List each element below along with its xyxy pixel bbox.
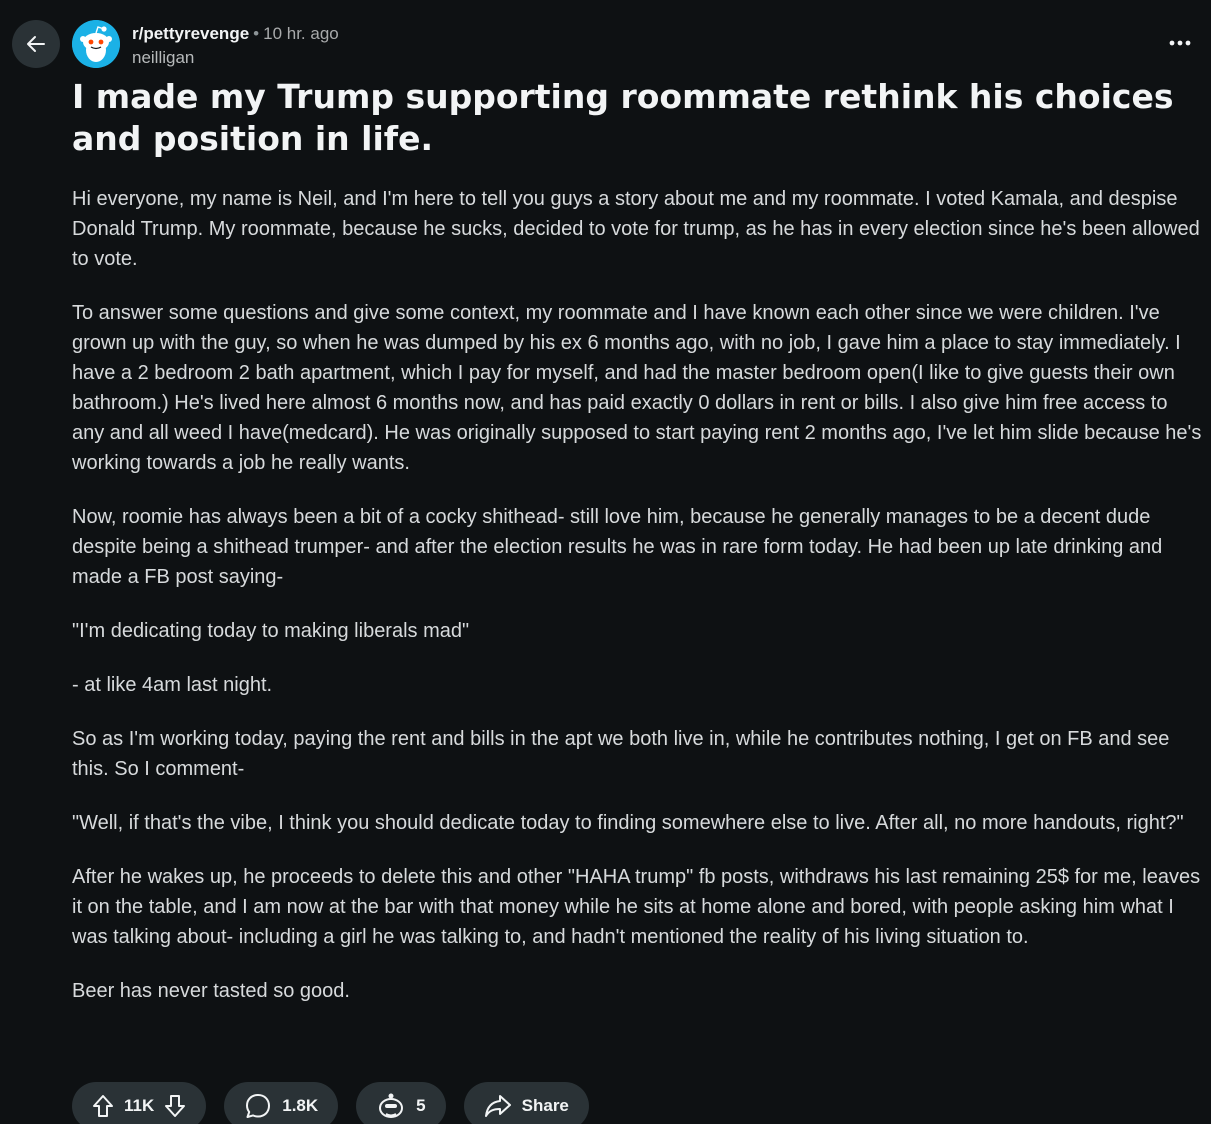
body-paragraph: Beer has never tasted so good. — [72, 980, 350, 1002]
award-button[interactable]: 5 — [356, 1082, 446, 1124]
share-button[interactable]: Share — [463, 1082, 589, 1124]
body-paragraph: Hi everyone, my name is Neil, and I'm he… — [72, 188, 1200, 270]
post-page: r/pettyrevenge • 10 hr. ago neilligan I ma… — [0, 0, 1211, 1124]
body-paragraph: So as I'm working today, paying the rent… — [72, 728, 1170, 780]
post-actions: 11K 1.8K 5 Share — [72, 1082, 589, 1124]
post-body: Hi everyone, my name is Neil, and I'm he… — [72, 184, 1202, 1030]
subreddit-link[interactable]: r/pettyrevenge — [132, 24, 249, 43]
meta-separator: • — [253, 24, 260, 43]
share-arrow-icon — [484, 1095, 511, 1117]
upvote-arrow-icon[interactable] — [92, 1094, 114, 1118]
reddit-snoo-icon — [72, 20, 120, 68]
post-time: 10 hr. ago — [263, 24, 339, 43]
vote-pill: 11K — [72, 1082, 207, 1124]
more-options-button[interactable] — [1167, 30, 1193, 56]
comment-bubble-icon — [246, 1094, 271, 1118]
share-label: Share — [521, 1096, 569, 1115]
subreddit-avatar[interactable] — [72, 20, 120, 68]
post-title: I made my Trump supporting roommate reth… — [72, 77, 1174, 158]
downvote-arrow-icon[interactable] — [164, 1094, 186, 1118]
award-count: 5 — [416, 1096, 426, 1115]
body-paragraph: - at like 4am last night. — [72, 674, 273, 696]
post-meta: r/pettyrevenge • 10 hr. ago neilligan — [132, 22, 339, 70]
comment-count: 1.8K — [282, 1096, 319, 1115]
body-paragraph: "Well, if that's the vibe, I think you s… — [72, 812, 1184, 834]
vote-count: 11K — [124, 1096, 155, 1115]
body-paragraph: Now, roomie has always been a bit of a c… — [72, 506, 1163, 588]
author-link[interactable]: neilligan — [132, 46, 339, 70]
body-paragraph: After he wakes up, he proceeds to delete… — [72, 866, 1201, 948]
body-paragraph: "I'm dedicating today to making liberals… — [72, 620, 470, 642]
back-button[interactable] — [12, 20, 60, 68]
award-icon — [379, 1093, 404, 1118]
comments-button[interactable]: 1.8K — [224, 1082, 339, 1124]
more-horizontal-icon — [1169, 40, 1191, 46]
arrow-left-icon — [27, 36, 45, 52]
body-paragraph: To answer some questions and give some c… — [72, 302, 1202, 474]
